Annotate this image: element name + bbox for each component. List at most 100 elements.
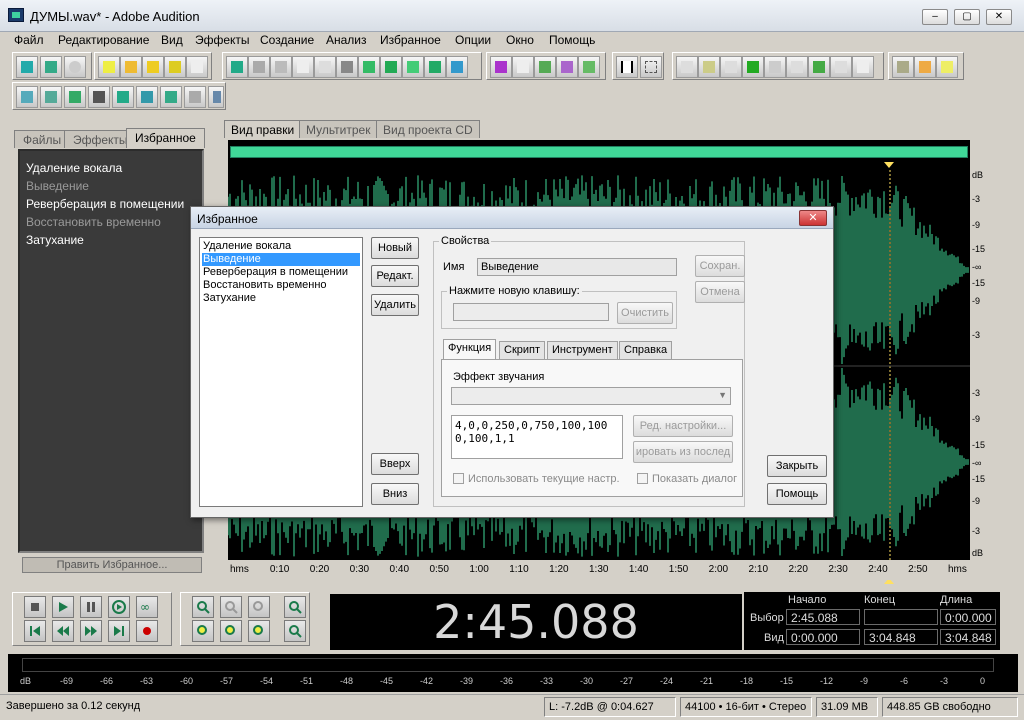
dialog-close-icon[interactable]: ✕ [799, 210, 827, 226]
tab-function[interactable]: Функция [443, 339, 497, 359]
check-icon[interactable] [512, 56, 534, 78]
open-folder-icon[interactable] [120, 56, 142, 78]
time-ruler[interactable]: hms 0:10 0:20 0:30 0:40 0:50 1:00 1:10 1:20 1:30 1… [228, 560, 970, 580]
repeat-icon[interactable] [270, 56, 292, 78]
redo-icon[interactable] [248, 56, 270, 78]
menu-file[interactable]: Файл [14, 33, 44, 47]
close-button[interactable]: ✕ [986, 9, 1012, 25]
menu-options[interactable]: Опции [455, 33, 491, 47]
loop-icon[interactable]: ∞ [136, 596, 158, 618]
window3-icon[interactable] [720, 56, 742, 78]
list-item[interactable]: Восстановить временно [26, 215, 161, 229]
use-current-checkbox[interactable]: Использовать текущие настр. [453, 473, 620, 485]
rewind-icon[interactable] [52, 620, 74, 642]
selection-start-field[interactable]: 2:45.088 [786, 609, 860, 625]
minimize-button[interactable]: – [922, 9, 948, 25]
window2-icon[interactable] [698, 56, 720, 78]
effect5-icon[interactable] [112, 86, 134, 108]
effect3-icon[interactable] [64, 86, 86, 108]
overview-bar[interactable] [230, 146, 968, 158]
undo-icon[interactable] [226, 56, 248, 78]
close-file-icon[interactable] [186, 56, 208, 78]
edit-view-icon[interactable] [16, 56, 38, 78]
effect4-icon[interactable] [88, 86, 110, 108]
script-icon[interactable] [914, 56, 936, 78]
zoom-selection-icon[interactable] [248, 620, 270, 642]
effect1-icon[interactable] [16, 86, 38, 108]
menu-analyze[interactable]: Анализ [326, 33, 367, 47]
zoom-full-icon[interactable] [248, 596, 270, 618]
copy-new-icon[interactable] [314, 56, 336, 78]
effect9-icon[interactable] [208, 86, 224, 108]
menu-help[interactable]: Помощь [549, 33, 595, 47]
effect7-icon[interactable] [160, 86, 182, 108]
edit-settings-button[interactable]: Ред. настройки... [633, 415, 733, 437]
settings-icon[interactable] [892, 56, 914, 78]
clear-button[interactable]: Очистить [617, 302, 673, 324]
go-start-icon[interactable] [24, 620, 46, 642]
menu-window[interactable]: Окно [506, 33, 534, 47]
paste-icon[interactable] [358, 56, 380, 78]
show-dialog-checkbox[interactable]: Показать диалог [637, 473, 737, 485]
tab-edit-view[interactable]: Вид правки [224, 120, 302, 138]
params-field[interactable]: 4,0,0,250,0,750,100,1000,100,1,1 [451, 415, 623, 459]
window8-icon[interactable] [830, 56, 852, 78]
new-button[interactable]: Новый [371, 237, 419, 259]
menu-view[interactable]: Вид [161, 33, 183, 47]
copy-icon[interactable] [292, 56, 314, 78]
menu-edit[interactable]: Редактирование [58, 33, 149, 47]
tab-cd-project[interactable]: Вид проекта CD [376, 120, 480, 138]
zoom-out-h-icon[interactable] [220, 596, 242, 618]
window7-icon[interactable] [808, 56, 830, 78]
fast-forward-icon[interactable] [80, 620, 102, 642]
menu-effects[interactable]: Эффекты [195, 33, 250, 47]
mix-paste-icon[interactable] [402, 56, 424, 78]
grid3-icon[interactable] [578, 56, 600, 78]
paste-new-icon[interactable] [380, 56, 402, 78]
save-button[interactable]: Сохран. [695, 255, 745, 277]
hotkey-field[interactable] [453, 303, 609, 321]
move-up-button[interactable]: Вверх [371, 453, 419, 475]
effect8-icon[interactable] [184, 86, 206, 108]
list-item[interactable]: Восстановить временно [202, 279, 360, 292]
new-file-icon[interactable] [98, 56, 120, 78]
copy-last-button[interactable]: ировать из послед [633, 441, 733, 463]
menu-favorites[interactable]: Избранное [380, 33, 441, 47]
save-icon[interactable] [142, 56, 164, 78]
tab-tool[interactable]: Инструмент [547, 341, 618, 359]
list-item[interactable]: Удаление вокала [26, 161, 122, 175]
zoom-in-h-icon[interactable] [192, 596, 214, 618]
view-end-field[interactable]: 3:04.848 [864, 629, 938, 645]
effect6-icon[interactable] [136, 86, 158, 108]
convert-icon[interactable] [446, 56, 468, 78]
trim-icon[interactable] [424, 56, 446, 78]
cancel-button[interactable]: Отмена [695, 281, 745, 303]
name-field[interactable]: Выведение [477, 258, 677, 276]
go-end-icon[interactable] [108, 620, 130, 642]
save-all-icon[interactable] [164, 56, 186, 78]
edit-button[interactable]: Редакт. [371, 265, 419, 287]
maximize-button[interactable]: ▢ [954, 9, 980, 25]
list-item[interactable]: Затухание [202, 292, 360, 305]
dialog-help-button[interactable]: Помощь [767, 483, 827, 505]
list-item[interactable]: Удаление вокала [202, 240, 360, 253]
marquee-icon[interactable] [640, 56, 662, 78]
move-down-button[interactable]: Вниз [371, 483, 419, 505]
cd-icon[interactable] [64, 56, 86, 78]
window1-icon[interactable] [676, 56, 698, 78]
list-item[interactable]: Затухание [26, 233, 84, 247]
effect2-icon[interactable] [40, 86, 62, 108]
multitrack-icon[interactable] [40, 56, 62, 78]
edit-favorites-button[interactable]: Править Избранное... [22, 557, 202, 573]
playhead-marker-icon[interactable] [884, 162, 894, 168]
cut-icon[interactable] [336, 56, 358, 78]
selection-end-field[interactable] [864, 609, 938, 625]
window4-icon[interactable] [742, 56, 764, 78]
selection-length-field[interactable]: 0:00.000 [940, 609, 996, 625]
tab-favorites[interactable]: Избранное [126, 128, 205, 148]
grid2-icon[interactable] [556, 56, 578, 78]
play-loop-icon[interactable] [108, 596, 130, 618]
tab-script[interactable]: Скрипт [499, 341, 546, 359]
play-icon[interactable] [52, 596, 74, 618]
tab-multitrack[interactable]: Мультитрек [299, 120, 378, 138]
